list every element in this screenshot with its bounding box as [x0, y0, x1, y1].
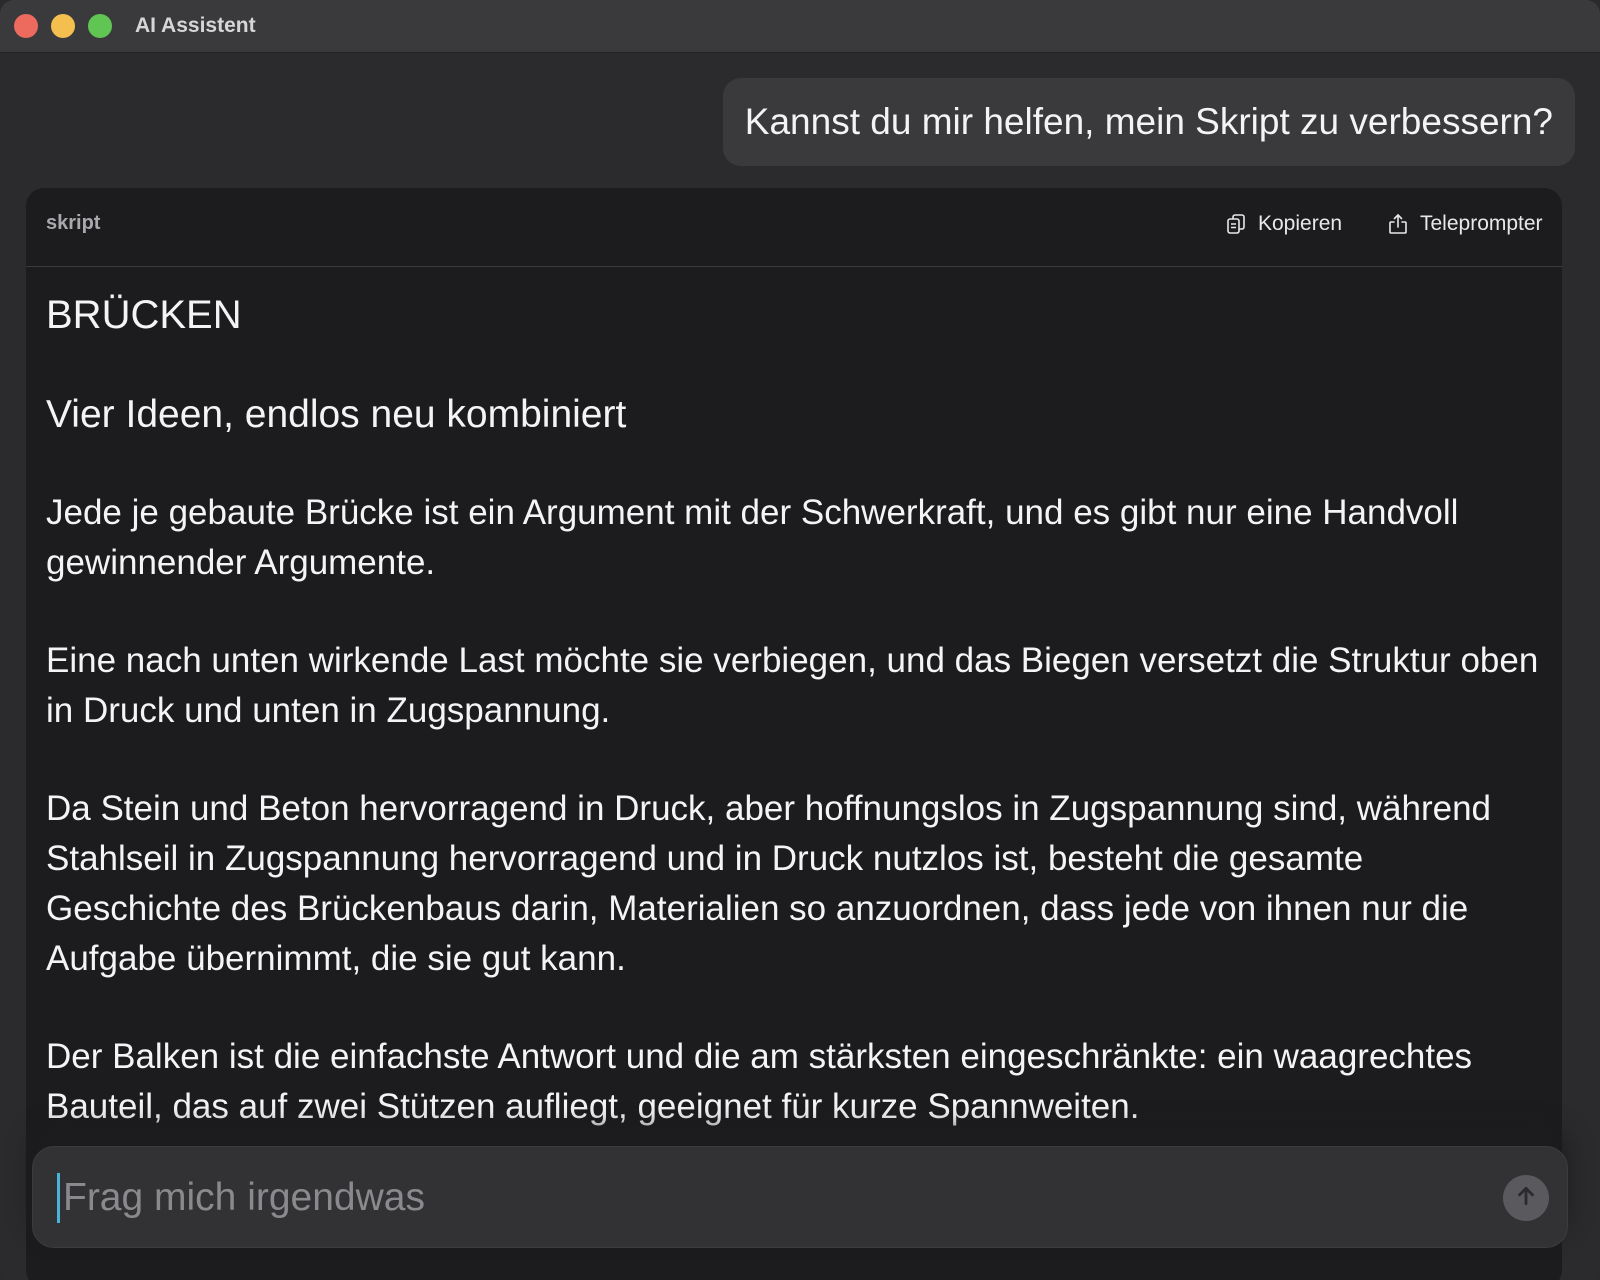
script-title: BRÜCKEN [46, 293, 242, 337]
script-content: BRÜCKEN Vier Ideen, endlos neu kombinier… [46, 286, 1546, 1132]
title-bar: AI Assistent [0, 0, 1600, 53]
window-title: AI Assistent [135, 14, 256, 37]
copy-button-label: Kopieren [1258, 212, 1343, 235]
script-card-header: skript Kopieren Teleprompter [26, 188, 1562, 267]
copy-icon [1224, 212, 1248, 236]
arrow-up-icon [1513, 1183, 1539, 1214]
script-subtitle: Vier Ideen, endlos neu kombiniert [46, 393, 627, 436]
user-message-bubble: Kannst du mir helfen, mein Skript zu ver… [722, 78, 1575, 166]
share-icon [1386, 212, 1410, 236]
user-message-text: Kannst du mir helfen, mein Skript zu ver… [744, 101, 1553, 142]
script-card: skript Kopieren Teleprompter BRÜCKEN Vie… [26, 188, 1562, 1280]
zoom-window-button[interactable] [88, 14, 112, 38]
copy-button[interactable]: Kopieren [1224, 208, 1342, 240]
script-paragraph: Jede je gebaute Brücke ist ein Argument … [46, 493, 1459, 582]
message-input[interactable] [61, 1165, 1465, 1231]
teleprompter-button-label: Teleprompter [1420, 212, 1543, 235]
send-button[interactable] [1503, 1175, 1549, 1221]
minimize-window-button[interactable] [51, 14, 75, 38]
message-composer [32, 1146, 1568, 1248]
script-paragraph: Der Balken ist die einfachste Antwort un… [46, 1037, 1473, 1126]
app-window: AI Assistent Kannst du mir helfen, mein … [0, 0, 1600, 1280]
script-paragraph: Eine nach unten wirkende Last möchte sie… [46, 641, 1539, 730]
teleprompter-button[interactable]: Teleprompter [1386, 208, 1543, 240]
text-cursor [57, 1173, 60, 1223]
script-card-label: skript [46, 212, 101, 234]
script-paragraph: Da Stein und Beton hervorragend in Druck… [46, 789, 1492, 978]
close-window-button[interactable] [14, 14, 38, 38]
